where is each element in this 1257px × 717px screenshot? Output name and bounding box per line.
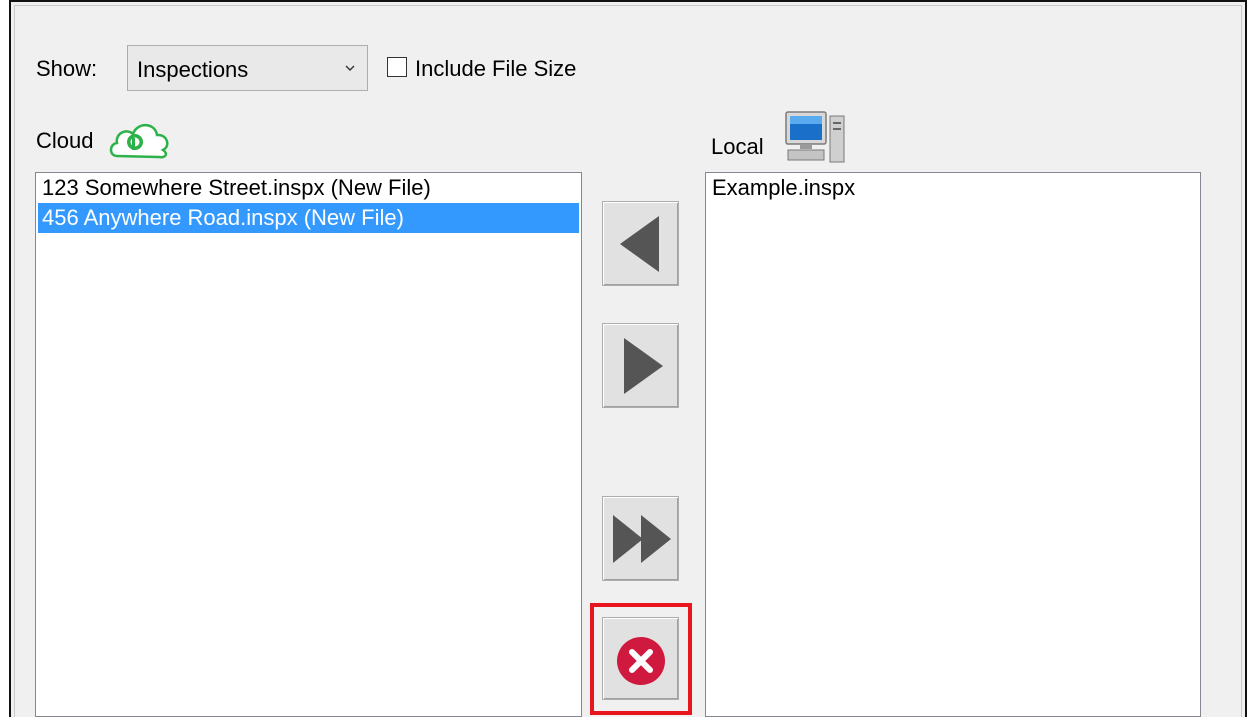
arrow-right-icon bbox=[624, 338, 663, 394]
arrow-left-icon bbox=[620, 216, 659, 272]
show-dropdown-value: Inspections bbox=[137, 57, 249, 82]
double-arrow-right-icon bbox=[613, 515, 671, 563]
download-button[interactable] bbox=[602, 201, 679, 286]
include-file-size-label[interactable]: Include File Size bbox=[415, 56, 576, 82]
list-item[interactable]: Example.inspx bbox=[706, 173, 1200, 203]
local-file-list[interactable]: Example.inspx bbox=[705, 172, 1201, 717]
show-dropdown[interactable]: Inspections bbox=[127, 45, 368, 91]
local-label: Local bbox=[711, 134, 764, 159]
cloud-label: Cloud bbox=[36, 128, 94, 153]
delete-x-icon bbox=[617, 637, 665, 685]
list-item-selected[interactable]: 456 Anywhere Road.inspx (New File) bbox=[38, 203, 579, 233]
computer-icon bbox=[785, 111, 845, 163]
show-label: Show: bbox=[36, 56, 98, 81]
include-file-size-checkbox[interactable] bbox=[387, 57, 407, 77]
list-item[interactable]: 123 Somewhere Street.inspx (New File) bbox=[36, 173, 581, 203]
delete-button[interactable] bbox=[602, 617, 679, 700]
chevron-down-icon bbox=[345, 65, 355, 71]
cloud-file-list[interactable]: 123 Somewhere Street.inspx (New File) 45… bbox=[35, 172, 582, 717]
upload-button[interactable] bbox=[602, 323, 679, 408]
upload-all-button[interactable] bbox=[602, 496, 679, 581]
cloud-icon bbox=[109, 123, 169, 159]
